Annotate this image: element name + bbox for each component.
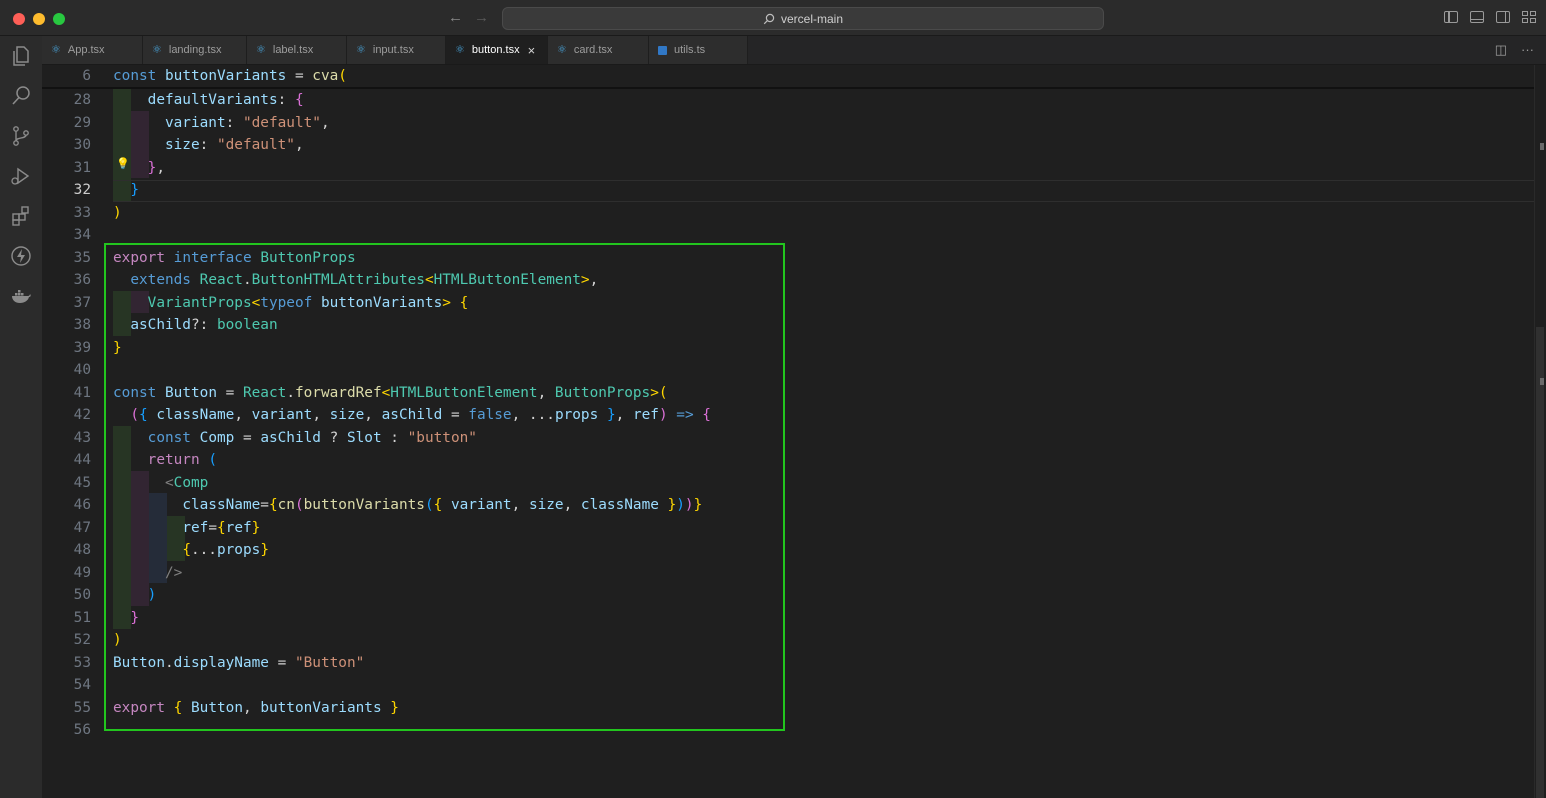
line-number: 32 [73,182,91,198]
toggle-panel-icon[interactable] [1470,11,1484,23]
line-number: 35 [73,249,91,266]
react-icon: ⚛ [356,43,366,56]
toggle-primary-sidebar-icon[interactable] [1444,11,1458,23]
line-number: 34 [73,227,91,243]
tab-landing-tsx[interactable]: ⚛ landing.tsx [143,36,247,64]
docker-icon[interactable] [9,284,33,308]
line-number: 42 [73,407,91,423]
arrow-left-icon[interactable]: ← [448,9,463,26]
tab-card-tsx[interactable]: ⚛ card.tsx [548,36,649,64]
arrow-right-icon[interactable]: → [474,9,489,26]
close-icon[interactable]: × [528,43,536,58]
line-number: 37 [73,294,91,311]
line-number: 43 [73,429,91,446]
editor-scrollbar[interactable] [1534,65,1546,798]
line-number: 51 [73,609,91,626]
search-icon[interactable] [9,84,33,108]
editor-tab-bar: ⚛ App.tsx ⚛ landing.tsx ⚛ label.tsx ⚛ in… [42,36,1546,65]
line-number: 48 [73,542,91,558]
lightbulb-icon[interactable]: 💡 [116,157,130,170]
code-text: } [130,182,139,198]
tab-label: label.tsx [272,44,314,56]
line-number: 39 [73,339,91,356]
sticky-scroll-line[interactable]: 6 const buttonVariants = cva( [42,65,1532,88]
code-line-28[interactable]: 28 defaultVariants: { [42,89,1532,112]
line-number: 30 [73,137,91,153]
line-number: 56 [73,722,91,738]
extensions-icon[interactable] [9,204,33,228]
line-number: 44 [73,452,91,468]
tab-label: input.tsx [372,44,414,56]
line-number: 50 [73,587,91,603]
tab-utils-ts[interactable]: utils.ts [649,36,748,64]
title-bar: ← → vercel-main [0,0,1546,36]
code-line-32[interactable]: 32 } [42,179,1532,202]
line-number: 33 [73,204,91,221]
code-line: const buttonVariants = cva( [113,68,347,84]
line-number: 54 [73,677,91,693]
code-text: size: "default", [164,137,304,153]
highlight-annotation-box [104,243,785,731]
tab-label: utils.ts [674,44,706,56]
code-line-30[interactable]: 30 size: "default", [42,134,1532,157]
activity-bar [0,36,42,798]
customize-layout-icon[interactable] [1522,11,1536,23]
line-number: 6 [82,68,91,84]
tab-app-tsx[interactable]: ⚛ App.tsx [42,36,143,64]
tab-label: button.tsx [471,44,520,56]
minimize-window-button[interactable] [33,13,45,25]
close-window-button[interactable] [13,13,25,25]
line-number: 28 [73,92,91,108]
code-line-29[interactable]: 29 variant: "default", [42,112,1532,135]
search-icon [763,13,775,24]
more-actions-icon[interactable]: ··· [1521,42,1534,58]
code-text: variant: "default", [164,114,330,131]
run-debug-icon[interactable] [9,164,33,188]
tab-button-tsx[interactable]: ⚛ button.tsx × [446,36,548,64]
typescript-icon [658,45,667,55]
line-number: 38 [73,317,91,333]
code-line-33[interactable]: 33 ) [42,202,1532,225]
tab-label: card.tsx [573,44,613,56]
line-number: 49 [73,564,91,581]
line-number: 29 [73,114,91,131]
tab-label: landing.tsx [168,44,222,56]
toggle-secondary-sidebar-icon[interactable] [1496,11,1510,23]
line-number: 36 [73,272,91,288]
line-number: 40 [73,362,91,378]
code-text: defaultVariants: { [147,92,304,108]
lightning-icon[interactable] [9,244,33,268]
split-editor-icon[interactable]: ◫ [1495,42,1507,58]
tab-input-tsx[interactable]: ⚛ input.tsx [347,36,446,64]
scrollbar-thumb[interactable] [1536,327,1544,798]
scrollbar-marker [1540,143,1544,150]
command-center-search[interactable]: vercel-main [502,7,1104,30]
react-icon: ⚛ [51,43,61,56]
workspace-name: vercel-main [780,11,843,26]
react-icon: ⚛ [256,43,266,56]
line-number: 47 [73,519,91,536]
code-editor[interactable]: 6 const buttonVariants = cva( 28 default… [42,65,1546,798]
line-number: 41 [73,384,91,401]
line-number: 46 [73,497,91,513]
tab-label-tsx[interactable]: ⚛ label.tsx [247,36,347,64]
tab-label: App.tsx [67,44,105,56]
line-number: 53 [73,654,91,671]
code-text: ) [113,204,122,221]
source-control-icon[interactable] [9,124,33,148]
maximize-window-button[interactable] [53,13,65,25]
react-icon: ⚛ [557,43,567,56]
line-number: 45 [73,474,91,491]
line-number: 55 [73,699,91,716]
code-line-31[interactable]: 31 }, [42,157,1532,180]
react-icon: ⚛ [455,43,465,56]
scrollbar-marker [1540,378,1544,385]
explorer-icon[interactable] [9,44,33,68]
line-number: 31 [73,159,91,176]
line-number: 52 [73,632,91,648]
react-icon: ⚛ [152,43,162,56]
